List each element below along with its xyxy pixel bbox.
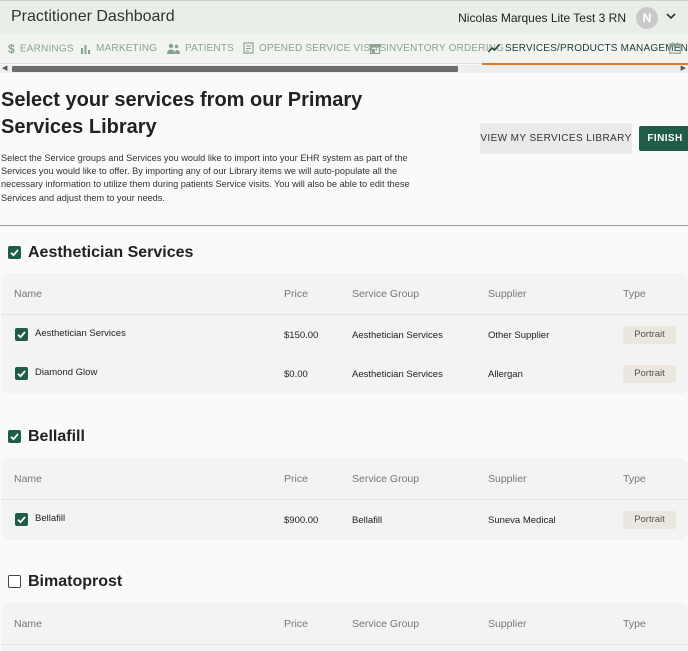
service-supplier: Allergan (488, 369, 523, 380)
table-header: Name Price Service Group Supplier Type (1, 273, 688, 315)
service-group: Aesthetician Services (352, 369, 443, 380)
group-checkbox[interactable] (8, 575, 21, 588)
tab-label: SERVICES/PRODUCTS MANAGEMENT (505, 43, 688, 54)
top-bar: Practitioner Dashboard Nicolas Marques L… (0, 0, 688, 34)
check-icon (17, 370, 26, 378)
tab-earnings[interactable]: $ EARNINGS (8, 34, 74, 64)
row-checkbox[interactable] (15, 367, 28, 380)
row-checkbox[interactable] (15, 513, 28, 526)
check-icon (10, 433, 19, 441)
column-header-name: Name (14, 288, 43, 300)
store-icon (369, 43, 381, 54)
clipboard-icon (243, 42, 254, 54)
tab-calendar[interactable] (669, 34, 686, 64)
scrollbar-thumb[interactable] (12, 66, 458, 72)
finish-button[interactable]: FINISH (639, 126, 688, 151)
table-header: Name Price Service Group Supplier Type (1, 603, 688, 645)
column-header-service-group: Service Group (352, 618, 420, 630)
column-header-price: Price (284, 288, 308, 300)
column-header-name: Name (14, 618, 43, 630)
type-badge: Portrait (623, 365, 676, 383)
tab-label: OPENED SERVICE VISITS (259, 43, 387, 54)
services-table: Name Price Service Group Supplier Type B… (1, 458, 688, 540)
table-header: Name Price Service Group Supplier Type (1, 458, 688, 500)
service-group: Bellafill (352, 515, 383, 526)
group-title: Bimatoprost (28, 573, 123, 590)
column-header-name: Name (14, 473, 43, 485)
bar-chart-icon (81, 44, 90, 54)
service-price: $900.00 (284, 515, 319, 526)
column-header-type: Type (623, 473, 646, 485)
tab-services-products-management[interactable]: SERVICES/PRODUCTS MANAGEMENT (481, 34, 688, 65)
group-title: Bellafill (28, 428, 85, 445)
user-name[interactable]: Nicolas Marques Lite Test 3 RN (458, 11, 626, 25)
tabs-scrollbar[interactable]: ◀ ▶ (0, 65, 688, 73)
check-icon (17, 331, 26, 339)
people-icon (167, 43, 180, 54)
page-title: Select your services from our Primary Se… (1, 89, 363, 138)
service-price: $0.00 (284, 369, 308, 380)
column-header-supplier: Supplier (488, 618, 527, 630)
service-group: Aesthetician Services (352, 330, 443, 341)
view-my-services-library-button[interactable]: VIEW MY SERVICES LIBRARY (480, 123, 632, 154)
table-row[interactable]: Bellafill $900.00 Bellafill Suneva Medic… (1, 501, 688, 540)
chevron-down-icon[interactable] (664, 9, 678, 23)
scroll-left-arrow-icon[interactable]: ◀ (2, 65, 7, 73)
group-checkbox[interactable] (8, 246, 21, 259)
tab-patients[interactable]: PATIENTS (167, 34, 234, 64)
column-header-type: Type (623, 288, 646, 300)
service-name: Aesthetician Services (35, 328, 126, 339)
page-description: Select the Service groups and Services y… (1, 153, 410, 203)
services-table: Name Price Service Group Supplier Type A… (1, 273, 688, 394)
dollar-icon: $ (8, 42, 15, 56)
service-price: $150.00 (284, 330, 319, 341)
section-divider (0, 225, 688, 226)
check-icon (17, 516, 26, 524)
column-header-price: Price (284, 618, 308, 630)
column-header-service-group: Service Group (352, 288, 420, 300)
service-name: Diamond Glow (35, 367, 98, 378)
main-nav-tabs: $ EARNINGS MARKETING PATIENTS OPENED SERV… (0, 34, 688, 65)
service-supplier: Other Supplier (488, 330, 550, 341)
table-row[interactable]: Diamond Glow $0.00 Aesthetician Services… (1, 355, 688, 394)
tab-label: EARNINGS (19, 43, 74, 55)
column-header-price: Price (284, 473, 308, 485)
scroll-right-arrow-icon[interactable]: ▶ (681, 65, 686, 73)
table-row[interactable]: Aesthetician Services $150.00 Aesthetici… (1, 316, 688, 355)
service-supplier: Suneva Medical (488, 515, 556, 526)
app-title: Practitioner Dashboard (11, 8, 175, 25)
group-title: Aesthetician Services (28, 244, 194, 261)
tab-label: MARKETING (96, 43, 158, 54)
tab-marketing[interactable]: MARKETING (80, 34, 157, 64)
column-header-type: Type (623, 618, 646, 630)
service-name: Bellafill (35, 513, 66, 524)
tab-label: PATIENTS (185, 43, 235, 54)
column-header-supplier: Supplier (488, 288, 527, 300)
tab-inventory-ordering[interactable]: INVENTORY ORDERING (369, 34, 504, 64)
trend-line-icon (488, 44, 500, 53)
avatar[interactable]: N (636, 7, 658, 29)
calendar-icon (669, 42, 681, 55)
type-badge: Portrait (623, 326, 676, 344)
services-table: Name Price Service Group Supplier Type (1, 603, 688, 651)
tab-opened-service-visits[interactable]: OPENED SERVICE VISITS (243, 34, 386, 64)
column-header-service-group: Service Group (352, 473, 420, 485)
row-checkbox[interactable] (15, 328, 28, 341)
group-checkbox[interactable] (8, 430, 21, 443)
column-header-supplier: Supplier (488, 473, 527, 485)
tab-label: INVENTORY ORDERING (386, 43, 505, 54)
type-badge: Portrait (623, 511, 676, 529)
check-icon (10, 249, 19, 257)
